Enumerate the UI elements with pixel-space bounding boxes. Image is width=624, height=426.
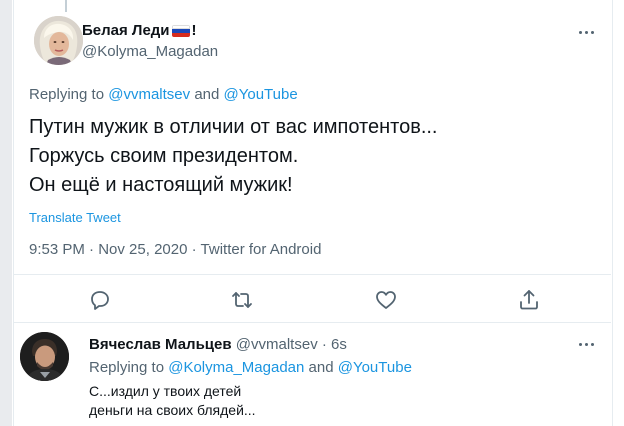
russia-flag-icon <box>171 24 190 37</box>
tweet-date[interactable]: Nov 25, 2020 <box>98 241 187 258</box>
replying-to: Replying to @vvmaltsev and @YouTube <box>29 86 298 103</box>
tweet-text-line: Горжусь своим президентом. <box>29 145 299 167</box>
tweet-text-line: Он ещё и настоящий мужик! <box>29 174 293 196</box>
author-name-suffix: ! <box>191 22 197 39</box>
tweet-time[interactable]: 9:53 PM <box>29 241 85 258</box>
reply-replying-to: Replying to @Kolyma_Magadan and @YouTube <box>89 359 412 376</box>
tweet-page: Белая Леди ! @Kolyma_Magadan Replying to… <box>0 0 624 426</box>
reply-author-handle[interactable]: @vvmaltsev <box>236 336 318 353</box>
tweet-meta: 9:53 PM · Nov 25, 2020 · Twitter for And… <box>29 241 321 258</box>
replying-and: and <box>194 86 220 103</box>
meta-separator: · <box>191 241 197 258</box>
author-handle[interactable]: @Kolyma_Magadan <box>82 43 218 60</box>
meta-separator: · <box>89 241 95 258</box>
reply-text-line: С...издил у твоих детей <box>89 383 242 399</box>
retweet-icon[interactable] <box>230 288 254 312</box>
mention-link[interactable]: @YouTube <box>338 359 412 376</box>
thread-line <box>65 0 67 12</box>
mention-link[interactable]: @YouTube <box>224 86 298 103</box>
divider <box>13 274 611 275</box>
reply-separator: · <box>321 336 327 353</box>
reply-text: С...издил у твоих детей деньги на своих … <box>89 382 256 420</box>
reply-text-line: деньги на своих блядей... <box>89 402 256 418</box>
left-rail <box>0 0 12 426</box>
reply-time[interactable]: 6s <box>331 336 347 353</box>
tweet-text-line: Путин мужик в отличии от вас импотентов.… <box>29 116 438 138</box>
replying-prefix: Replying to <box>89 359 165 376</box>
replying-prefix: Replying to <box>29 86 105 103</box>
divider <box>13 322 611 323</box>
mention-link[interactable]: @Kolyma_Magadan <box>168 359 304 376</box>
more-options-icon[interactable] <box>573 24 599 40</box>
author-name-text[interactable]: Белая Леди <box>82 22 170 39</box>
author-name[interactable]: Белая Леди ! <box>82 22 197 39</box>
tweet-source[interactable]: Twitter for Android <box>201 241 322 258</box>
reply-more-options-icon[interactable] <box>573 336 599 352</box>
reply-icon[interactable] <box>88 288 112 312</box>
reply-author-name[interactable]: Вячеслав Мальцев <box>89 336 232 353</box>
like-icon[interactable] <box>374 288 398 312</box>
translate-tweet-link[interactable]: Translate Tweet <box>29 210 121 225</box>
reply-header: Вячеслав Мальцев @vvmaltsev · 6s <box>89 336 347 353</box>
share-icon[interactable] <box>517 288 541 312</box>
replying-and: and <box>308 359 334 376</box>
reply-author-avatar[interactable] <box>20 332 69 381</box>
tweet-text: Путин мужик в отличии от вас импотентов.… <box>29 113 438 200</box>
mention-link[interactable]: @vvmaltsev <box>108 86 190 103</box>
author-avatar[interactable] <box>34 16 83 65</box>
